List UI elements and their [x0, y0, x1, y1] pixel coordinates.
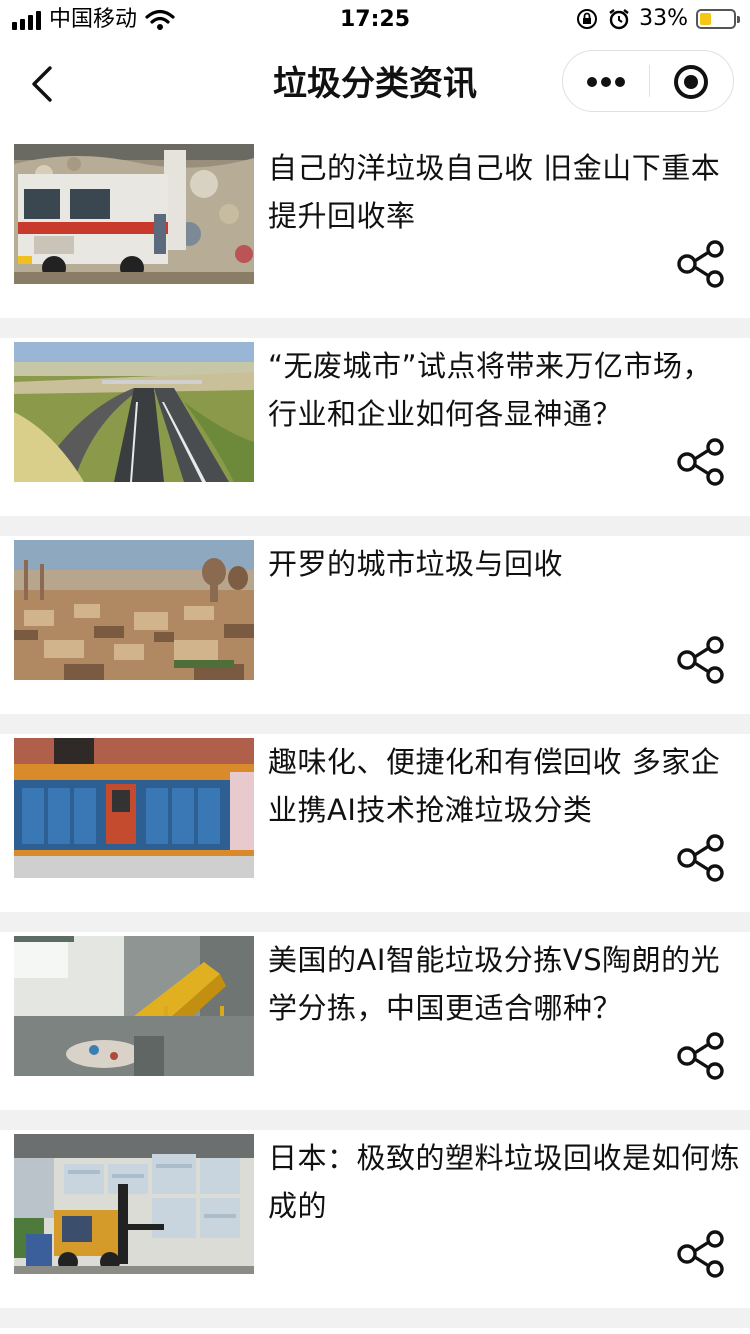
news-thumbnail [14, 1134, 254, 1274]
lock-rotation-icon [577, 8, 598, 29]
news-thumbnail [14, 144, 254, 284]
news-thumbnail [14, 540, 254, 680]
navigation-bar: 垃圾分类资讯 [0, 40, 750, 128]
share-icon [677, 636, 724, 684]
share-icon [677, 1032, 724, 1080]
share-button[interactable] [676, 1230, 728, 1278]
battery-icon [696, 8, 740, 29]
news-thumbnail [14, 342, 254, 482]
share-button[interactable] [676, 834, 728, 882]
share-icon [677, 240, 724, 288]
news-item[interactable]: 日本：极致的塑料垃圾回收是如何炼成的 [0, 1130, 750, 1328]
news-thumbnail [14, 738, 254, 878]
share-button[interactable] [676, 240, 728, 288]
share-icon [677, 834, 724, 882]
battery-fill [700, 12, 711, 25]
news-title[interactable]: 趣味化、便捷化和有偿回收 多家企业携AI技术抢滩垃圾分类 [268, 738, 740, 834]
news-item[interactable]: 自己的洋垃圾自己收 旧金山下重本提升回收率 [0, 140, 750, 338]
news-title[interactable]: 日本：极致的塑料垃圾回收是如何炼成的 [268, 1134, 740, 1230]
share-button[interactable] [676, 1032, 728, 1080]
news-item[interactable]: 趣味化、便捷化和有偿回收 多家企业携AI技术抢滩垃圾分类 [0, 734, 750, 932]
news-item[interactable]: 开罗的城市垃圾与回收 [0, 536, 750, 734]
news-thumbnail [14, 936, 254, 1076]
news-item[interactable]: 美国的AI智能垃圾分拣VS陶朗的光学分拣，中国更适合哪种？ [0, 932, 750, 1130]
news-title[interactable]: 美国的AI智能垃圾分拣VS陶朗的光学分拣，中国更适合哪种？ [268, 936, 740, 1032]
status-bar-right: 33% [575, 6, 740, 31]
news-title[interactable]: 开罗的城市垃圾与回收 [268, 540, 740, 588]
alarm-icon [609, 8, 629, 29]
news-title[interactable]: “无废城市”试点将带来万亿市场，行业和企业如何各显神通？ [268, 342, 740, 438]
status-bar: 中国移动 17:25 33% [0, 0, 750, 40]
share-button[interactable] [676, 636, 728, 684]
share-icon [677, 1230, 724, 1278]
news-list: 自己的洋垃圾自己收 旧金山下重本提升回收率 “无废城市”试点将带来万亿市场，行业… [0, 140, 750, 1328]
capsule-menu [562, 50, 734, 112]
news-title[interactable]: 自己的洋垃圾自己收 旧金山下重本提升回收率 [268, 144, 740, 240]
share-icon [677, 438, 724, 486]
news-item[interactable]: “无废城市”试点将带来万亿市场，行业和企业如何各显神通？ [0, 338, 750, 536]
close-mini-program-button[interactable] [650, 51, 734, 111]
share-button[interactable] [676, 438, 728, 486]
battery-percent: 33% [639, 6, 688, 31]
mini-program-page: 中国移动 17:25 33% 垃圾分类资讯 自己的洋垃圾自己收 旧金山下重本提升… [0, 0, 750, 1334]
more-button[interactable] [563, 51, 649, 111]
